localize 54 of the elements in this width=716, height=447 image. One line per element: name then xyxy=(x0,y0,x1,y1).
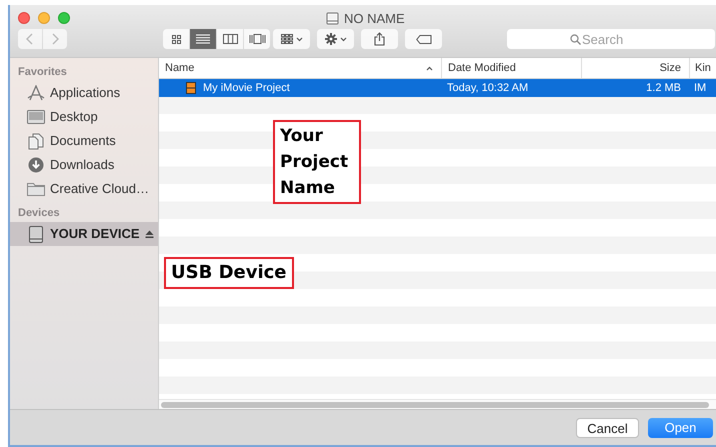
drive-icon xyxy=(326,12,339,26)
window-title: NO NAME xyxy=(344,10,405,28)
arrange-button[interactable] xyxy=(273,29,310,49)
caret-icon xyxy=(296,36,302,42)
eject-icon[interactable] xyxy=(145,230,154,238)
column-header[interactable]: Date Modified xyxy=(448,60,516,76)
grid-icon xyxy=(280,34,292,44)
table-cell: IM xyxy=(694,82,706,94)
column-header[interactable]: Kin xyxy=(695,60,711,76)
view-mode-button[interactable] xyxy=(163,29,189,49)
documents-icon xyxy=(28,132,44,150)
column-header[interactable]: Size xyxy=(660,60,681,76)
share-icon xyxy=(374,32,385,46)
table-cell: 1.2 MB xyxy=(646,82,681,94)
caret-icon xyxy=(340,36,346,42)
sidebar-item[interactable]: Desktop xyxy=(10,105,158,129)
sidebar-item[interactable]: Creative Cloud… xyxy=(10,177,158,201)
film-icon xyxy=(186,82,196,94)
tag-icon xyxy=(416,34,432,44)
tag-button[interactable] xyxy=(405,29,442,49)
search-icon xyxy=(570,34,581,45)
desktop-icon xyxy=(27,110,45,124)
gear-icon xyxy=(324,33,336,45)
compass-letter-icon xyxy=(27,85,45,101)
drive-icon xyxy=(29,226,43,242)
icon-view-icon xyxy=(172,34,180,44)
sidebar-heading: Devices xyxy=(17,206,61,221)
table-cell: Today, 10:32 AM xyxy=(447,82,528,94)
list-view-icon xyxy=(196,34,210,44)
annotation-label: USB Device xyxy=(164,257,294,289)
share-button[interactable] xyxy=(361,29,398,49)
table-cell-text: My iMovie Project xyxy=(203,80,290,96)
sidebar-item[interactable]: Downloads xyxy=(10,153,158,177)
column-view-icon xyxy=(222,34,238,44)
sidebar-item[interactable]: Documents xyxy=(10,129,158,153)
view-mode-button[interactable] xyxy=(217,29,243,49)
close-button[interactable] xyxy=(18,12,30,24)
search-field[interactable]: Search xyxy=(507,29,715,49)
sidebar-item[interactable]: Applications xyxy=(10,81,158,105)
cover-flow-icon xyxy=(248,34,266,44)
folder-icon xyxy=(27,182,45,196)
chevron-left-icon xyxy=(26,33,34,45)
download-icon xyxy=(28,157,44,173)
scrollbar[interactable] xyxy=(161,402,709,408)
sidebar-heading: Favorites xyxy=(17,65,68,80)
cancel-button[interactable]: Cancel xyxy=(576,418,639,438)
view-mode-button[interactable] xyxy=(190,29,216,49)
column-header[interactable]: Name xyxy=(165,60,194,76)
view-mode-button[interactable] xyxy=(244,29,270,49)
annotation-label: Your Project Name xyxy=(273,120,361,204)
settings-button[interactable] xyxy=(317,29,354,49)
sidebar-item[interactable]: YOUR DEVICE xyxy=(10,222,158,246)
chevron-right-icon xyxy=(51,33,59,45)
file-row[interactable]: My iMovie Project Today, 10:32 AM 1.2 MB IM xyxy=(159,79,716,96)
